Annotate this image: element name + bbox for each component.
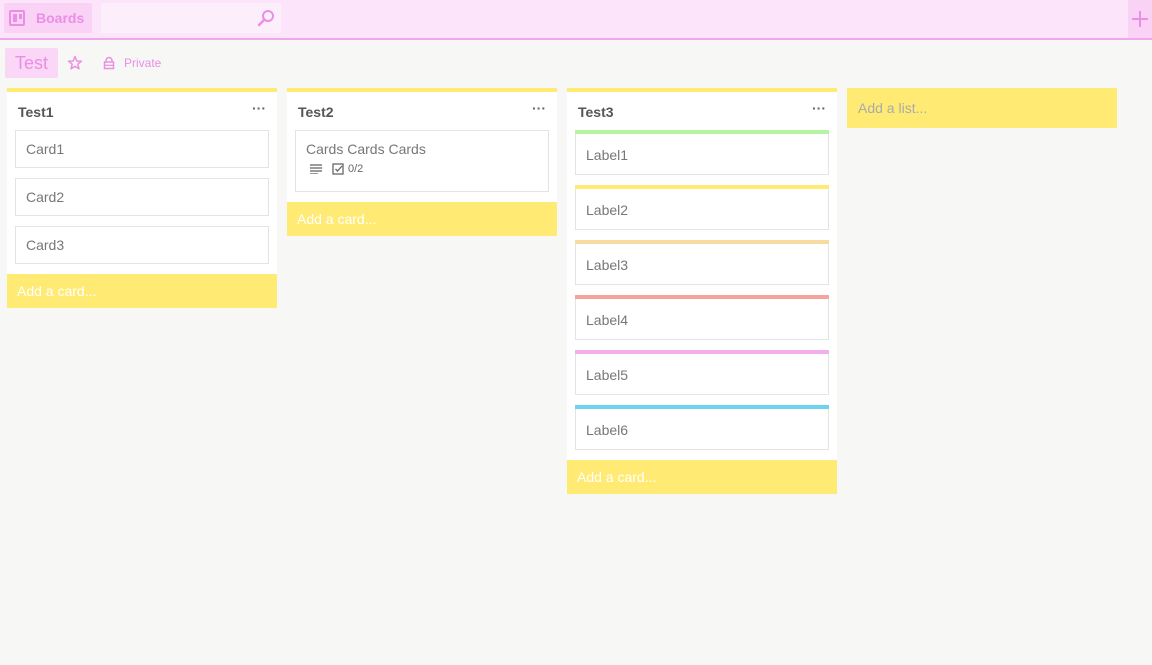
card-title: Label2 bbox=[586, 202, 629, 218]
card[interactable]: Card3 bbox=[15, 226, 269, 264]
board-title[interactable]: Test bbox=[5, 48, 59, 78]
list-menu-icon[interactable]: ··· bbox=[252, 100, 266, 116]
app-header: Boards bbox=[0, 0, 1152, 40]
add-list-button[interactable]: Add a list... bbox=[847, 88, 1117, 128]
labeled-card[interactable]: Label6 bbox=[575, 405, 829, 450]
boards-icon bbox=[9, 10, 25, 26]
star-icon[interactable] bbox=[66, 54, 84, 72]
list-test1: Test1 ··· Card1 Card2 Card3 Add a card..… bbox=[7, 88, 277, 308]
card-label-bar bbox=[575, 350, 829, 354]
list-header: Test1 ··· bbox=[7, 92, 277, 130]
card-title: Label4 bbox=[586, 312, 629, 328]
labeled-card[interactable]: Label4 bbox=[575, 295, 829, 340]
search-input[interactable] bbox=[101, 3, 281, 33]
boards-button[interactable]: Boards bbox=[4, 3, 92, 33]
card-label-bar bbox=[575, 185, 829, 189]
card[interactable]: Cards Cards Cards 0/2 bbox=[295, 130, 549, 192]
list-title[interactable]: Test1 bbox=[18, 104, 54, 120]
list-title[interactable]: Test3 bbox=[578, 104, 614, 120]
search-icon[interactable] bbox=[257, 9, 275, 27]
card-badges: 0/2 bbox=[306, 163, 538, 175]
card-title: Label1 bbox=[586, 147, 629, 163]
labeled-card[interactable]: Label2 bbox=[575, 185, 829, 230]
description-icon bbox=[310, 164, 322, 174]
list-header: Test2 ··· bbox=[287, 92, 557, 130]
list-test2: Test2 ··· Cards Cards Cards 0/2 Add a ca… bbox=[287, 88, 557, 236]
card-label-bar bbox=[575, 240, 829, 244]
card-title: Cards Cards Cards bbox=[306, 141, 426, 157]
card-title: Label3 bbox=[586, 257, 629, 273]
list-test3: Test3 ··· Label1 Label2 Label3 Label4 La… bbox=[567, 88, 837, 494]
list-menu-icon[interactable]: ··· bbox=[812, 100, 826, 116]
labeled-card[interactable]: Label1 bbox=[575, 130, 829, 175]
checklist-icon bbox=[332, 163, 344, 175]
add-card-button[interactable]: Add a card... bbox=[567, 460, 837, 494]
plus-icon bbox=[1132, 11, 1148, 27]
privacy-button[interactable]: Private bbox=[102, 54, 161, 72]
card-label-bar bbox=[575, 295, 829, 299]
card-title: Label6 bbox=[586, 422, 629, 438]
checklist-count: 0/2 bbox=[348, 163, 364, 175]
privacy-label: Private bbox=[124, 56, 162, 70]
card[interactable]: Card2 bbox=[15, 178, 269, 216]
labeled-card[interactable]: Label3 bbox=[575, 240, 829, 285]
add-card-button[interactable]: Add a card... bbox=[7, 274, 277, 308]
lock-icon bbox=[103, 56, 115, 70]
add-card-button[interactable]: Add a card... bbox=[287, 202, 557, 236]
card-label-bar bbox=[575, 130, 829, 134]
list-title[interactable]: Test2 bbox=[298, 104, 334, 120]
card[interactable]: Card1 bbox=[15, 130, 269, 168]
card-label-bar bbox=[575, 405, 829, 409]
list-menu-icon[interactable]: ··· bbox=[532, 100, 546, 116]
list-header: Test3 ··· bbox=[567, 92, 837, 130]
labeled-card[interactable]: Label5 bbox=[575, 350, 829, 395]
add-button[interactable] bbox=[1128, 0, 1152, 38]
boards-label: Boards bbox=[36, 10, 85, 26]
card-title: Label5 bbox=[586, 367, 629, 383]
